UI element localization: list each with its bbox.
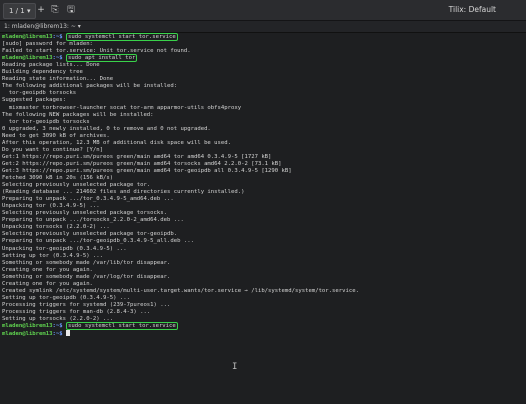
terminal-line: Preparing to unpack .../torsocks_2.2.0-2… — [2, 217, 184, 224]
prompt-user: mladen@librem13 — [2, 323, 53, 330]
terminal-line: The following additional packages will b… — [2, 83, 178, 90]
terminal-line: tor-geoipdb torsocks — [2, 90, 77, 97]
command-text: sudo apt install tor — [66, 54, 138, 63]
terminal-line: Need to get 3090 kB of archives. — [2, 132, 110, 139]
text-cursor — [66, 330, 71, 337]
prompt-line: mladen@librem13:~$ sudo apt install tor — [2, 54, 138, 63]
chevron-down-icon: ▾ — [26, 7, 31, 15]
command-text: sudo systemctl start tor.service — [66, 322, 178, 331]
terminal-line: Something or somebody made /var/log/tor … — [2, 273, 171, 280]
prompt-user: mladen@librem13 — [2, 331, 53, 338]
terminal-line: Something or somebody made /var/lib/tor … — [2, 259, 171, 266]
tab-label: 1: mladen@librem13: ~ — [4, 23, 76, 30]
session-label: 1 / 1 — [9, 7, 25, 15]
terminal-tab[interactable]: 1: mladen@librem13: ~ ▾ — [4, 21, 81, 32]
mouse-ibeam-cursor-icon: I — [232, 362, 238, 372]
terminal-line: Selecting previously unselected package … — [2, 231, 178, 238]
terminal-line: Created symlink /etc/systemd/system/mult… — [2, 287, 359, 294]
chevron-down-icon: ▾ — [77, 23, 81, 30]
command-text: sudo systemctl start tor.service — [66, 33, 178, 41]
prompt-path: :~$ — [52, 34, 63, 40]
prompt-path: :~$ — [52, 323, 63, 330]
terminal-line: Creating one for you again. — [2, 266, 93, 273]
prompt-line: mladen@librem13:~$ sudo systemctl start … — [2, 322, 178, 331]
terminal-line: Setting up tor-geoipdb (0.3.4.9-5) ... — [2, 294, 130, 301]
terminal-line: Preparing to unpack .../tor_0.3.4.9-5_am… — [2, 196, 174, 203]
new-session-icon[interactable]: ⎘ — [48, 3, 62, 17]
prompt-path: :~$ — [52, 55, 63, 62]
terminal-line: Selecting previously unselected package … — [2, 182, 151, 189]
prompt-line: mladen@librem13:~$ sudo systemctl start … — [2, 33, 178, 41]
terminal-line: Creating one for you again. — [2, 280, 93, 287]
terminal-line: Fetched 3090 kB in 20s (156 kB/s) — [2, 175, 114, 181]
prompt-line: mladen@librem13:~$ — [2, 330, 71, 338]
terminal-output[interactable]: mladen@librem13:~$ sudo systemctl start … — [0, 33, 526, 404]
terminal-line: After this operation, 12.3 MB of additio… — [2, 139, 232, 146]
terminal-line: Preparing to unpack .../tor-geoipdb_0.3.… — [2, 238, 194, 245]
terminal-line: Building dependency tree — [2, 69, 83, 76]
terminal-line: tor tor-geoipdb torsocks — [2, 118, 90, 125]
terminal-line: mixmaster torbrowser-launcher socat tor-… — [2, 104, 242, 111]
terminal-line: Reading package lists... Done — [2, 62, 100, 69]
terminal-line: Get:3 https://repo.puri.sm/pureos green/… — [2, 167, 292, 174]
terminal-line: 0 upgraded, 3 newly installed, 0 to remo… — [2, 125, 211, 132]
terminal-line: Unpacking tor-geoipdb (0.3.4.9-5) ... — [2, 245, 127, 252]
terminal-line: Get:2 https://repo.puri.sm/pureos green/… — [2, 160, 282, 167]
terminal-line: Do you want to continue? [Y/n] — [2, 146, 104, 153]
terminal-line: (Reading database ... 214602 files and d… — [2, 189, 245, 196]
terminal-line: Selecting previously unselected package … — [2, 210, 168, 217]
terminal-line: Processing triggers for man-db (2.8.4-3)… — [2, 308, 151, 315]
terminal-line: The following NEW packages will be insta… — [2, 111, 154, 118]
save-icon[interactable]: 🖫 — [64, 3, 78, 17]
terminal-line: [sudo] password for mladen: — [2, 41, 93, 48]
window-title: Tilix: Default — [448, 5, 496, 14]
prompt-path: :~$ — [52, 331, 63, 338]
title-bar: 1 / 1 ▾ + ⎘ 🖫 Tilix: Default — [0, 0, 526, 21]
terminal-line: Unpacking torsocks (2.2.0-2) ... — [2, 224, 110, 231]
prompt-user: mladen@librem13 — [2, 34, 53, 40]
add-terminal-icon[interactable]: + — [34, 3, 48, 17]
terminal-tab-bar: 1: mladen@librem13: ~ ▾ — [0, 21, 526, 33]
terminal-line: Get:1 https://repo.puri.sm/pureos green/… — [2, 153, 272, 160]
terminal-line: Reading state information... Done — [2, 76, 114, 83]
session-switcher-button[interactable]: 1 / 1 ▾ — [3, 3, 37, 19]
terminal-line: Processing triggers for systemd (239-7pu… — [2, 301, 171, 308]
terminal-line: Suggested packages: — [2, 97, 66, 104]
prompt-user: mladen@librem13 — [2, 55, 53, 62]
terminal-line: Unpacking tor (0.3.4.9-5) ... — [2, 203, 100, 210]
terminal-line: Setting up tor (0.3.4.9-5) ... — [2, 252, 104, 259]
